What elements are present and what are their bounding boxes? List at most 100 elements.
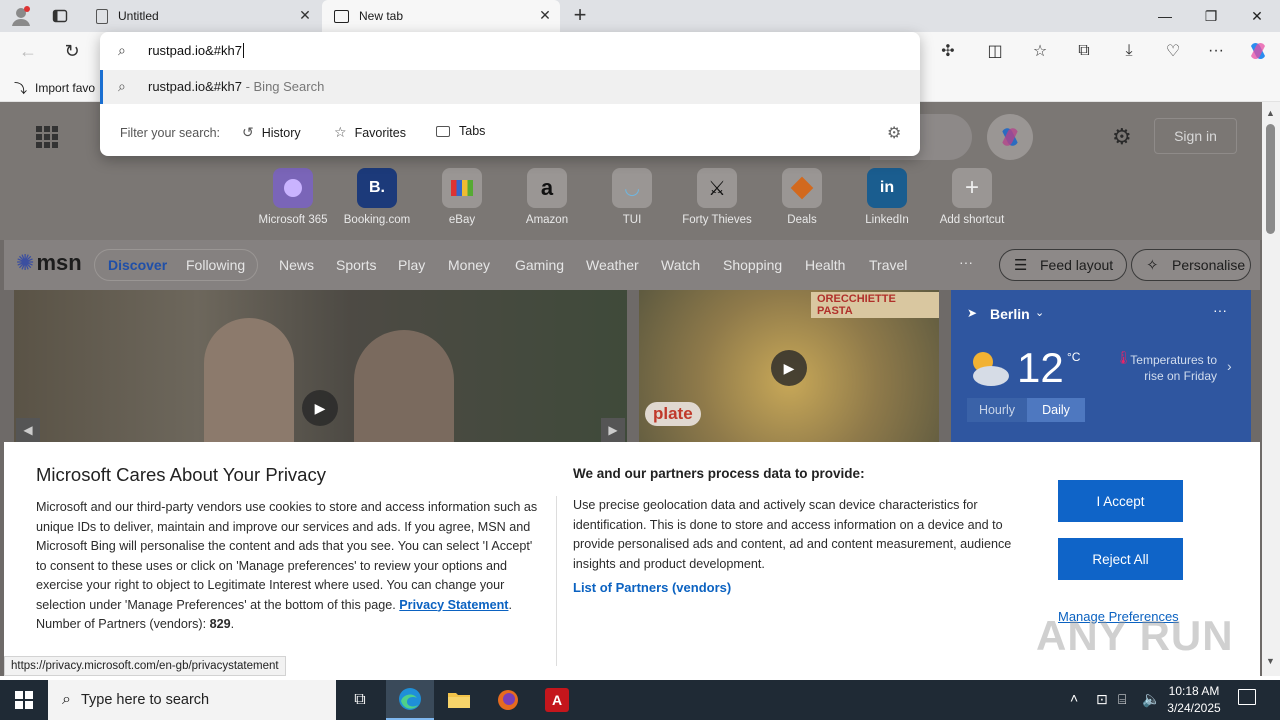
shortcut-forty-thieves[interactable]: ⚔ Forty Thieves [677,168,757,226]
ethernet-icon[interactable]: ⌸ [1118,691,1126,708]
more-options-icon[interactable]: ··· [1213,302,1227,318]
profile-icon[interactable] [10,5,32,27]
temperature-unit[interactable]: °C [1067,350,1080,364]
news-card-pasta[interactable]: ORECCHIETTE PASTA ▶ plate [639,290,939,442]
list-of-partners-link[interactable]: List of Partners (vendors) [573,578,1033,598]
sign-in-button[interactable]: Sign in [1154,118,1237,154]
privacy-statement-link[interactable]: Privacy Statement [399,598,508,612]
more-menu-icon[interactable]: ··· [1200,35,1232,67]
status-bar-url: https://privacy.microsoft.com/en-gb/priv… [4,656,286,676]
collections-icon[interactable]: ⧉ [1068,35,1100,67]
shortcut-tui[interactable]: ◡ TUI [592,168,672,226]
shortcut-microsoft-365[interactable]: Microsoft 365 [253,168,333,226]
filter-tabs[interactable]: Tabs [436,124,485,138]
tab-discover[interactable]: Discover [108,257,167,273]
performance-icon[interactable]: ♡ [1157,35,1189,67]
task-view-icon[interactable]: ⧉ [336,680,384,720]
tab-new-tab[interactable]: New tab ✕ [322,0,560,32]
settings-gear-icon[interactable]: ⚙ [1112,124,1132,150]
firefox-icon[interactable] [484,680,532,720]
prev-arrow-icon[interactable]: ◀ [16,418,40,442]
volume-icon[interactable]: 🔈 [1142,690,1161,708]
accept-button[interactable]: I Accept [1058,480,1183,522]
filter-history[interactable]: ↺ History [242,124,301,141]
shortcut-linkedin[interactable]: in LinkedIn [847,168,927,226]
minimize-button[interactable]: — [1142,0,1188,32]
import-favorites-button[interactable]: ⤵ Import favo [14,78,95,97]
close-window-button[interactable]: ✕ [1234,0,1280,32]
tab-daily[interactable]: Daily [1027,398,1085,422]
tab-health[interactable]: Health [805,257,845,273]
file-explorer-icon[interactable] [435,680,483,720]
tab-following[interactable]: Following [186,257,245,273]
tab-travel[interactable]: Travel [869,257,907,273]
shortcut-label: Add shortcut [939,214,1005,226]
tab-play[interactable]: Play [398,257,425,273]
weather-note[interactable]: Temperatures to rise on Friday [1121,352,1217,384]
tab-money[interactable]: Money [448,257,490,273]
back-icon[interactable]: ← [12,35,44,67]
apps-launcher-icon[interactable] [36,126,58,148]
tab-actions-icon[interactable] [52,8,68,24]
address-input[interactable]: rustpad.io&#kh7 [148,43,244,58]
acrobat-icon[interactable]: A [533,680,581,720]
personalise-button[interactable]: ✧ Personalise [1131,249,1251,281]
settings-gear-icon[interactable]: ⚙ [887,123,901,143]
tab-news[interactable]: News [279,257,314,273]
suggestion-bing-search[interactable]: ⌕ rustpad.io&#kh7 - Bing Search [100,70,920,104]
edge-taskbar-icon[interactable] [386,680,434,720]
tab-gaming[interactable]: Gaming [515,257,564,273]
clock[interactable]: 10:18 AM 3/24/2025 [1162,683,1226,717]
new-tab-button[interactable]: + [568,4,592,28]
shortcut-label: Forty Thieves [682,214,752,226]
shortcut-ebay[interactable]: eBay [422,168,502,226]
favorites-icon[interactable]: ☆ [1024,35,1056,67]
taskbar-search-box[interactable]: ⌕ Type here to search [48,680,336,720]
tab-hourly[interactable]: Hourly [967,398,1027,422]
scroll-up-icon[interactable]: ▲ [1266,108,1275,118]
close-tab-icon[interactable]: ✕ [538,8,552,22]
shortcut-deals[interactable]: Deals [762,168,842,226]
chevron-down-icon[interactable]: ⌄ [1035,306,1044,319]
split-screen-icon[interactable]: ◫ [979,35,1011,67]
tab-sports[interactable]: Sports [336,257,376,273]
address-bar[interactable]: ⌕ rustpad.io&#kh7 [100,32,920,70]
tab-weather[interactable]: Weather [586,257,639,273]
scroll-down-icon[interactable]: ▼ [1266,656,1275,666]
copilot-icon[interactable] [1242,35,1274,67]
refresh-icon[interactable]: ↻ [56,35,88,67]
deals-tag-icon [782,168,822,208]
extensions-icon[interactable]: ✣ [932,35,964,67]
play-icon[interactable]: ▶ [771,350,807,386]
tabs-icon [436,125,450,137]
tab-untitled[interactable]: Untitled ✕ [84,0,320,32]
downloads-icon[interactable]: ⤓ [1113,35,1145,67]
more-nav-icon[interactable]: ··· [959,254,973,270]
add-shortcut-button[interactable]: + Add shortcut [932,168,1012,226]
tab-shopping[interactable]: Shopping [723,257,782,273]
shortcut-amazon[interactable]: a Amazon [507,168,587,226]
copilot-button[interactable] [987,114,1033,160]
next-arrow-icon[interactable]: ▶ [601,418,625,442]
page-scrollbar[interactable]: ▲ ▼ [1262,102,1280,676]
reject-all-button[interactable]: Reject All [1058,538,1183,580]
close-tab-icon[interactable]: ✕ [298,8,312,22]
start-button[interactable] [0,680,48,720]
news-card-video[interactable]: ▶ ◀ ▶ [14,290,627,442]
shortcut-booking[interactable]: B. Booking.com [337,168,417,226]
play-icon[interactable]: ▶ [302,390,338,426]
filter-favorites[interactable]: ☆ Favorites [334,124,406,141]
show-hidden-icons[interactable]: ˄ [1070,690,1078,706]
weather-card[interactable]: ➤ Berlin ⌄ ··· 12 °C 🌡 Temperatures to r… [951,290,1251,442]
network-icon[interactable]: ⊡ [1096,691,1108,708]
tab-watch[interactable]: Watch [661,257,700,273]
scroll-thumb[interactable] [1266,124,1275,234]
feed-layout-button[interactable]: ☰ Feed layout [999,249,1127,281]
partners-label: Number of Partners (vendors): [36,617,210,631]
restore-button[interactable]: ❐ [1188,0,1234,32]
notifications-icon[interactable] [1238,689,1256,705]
weather-city[interactable]: Berlin [990,306,1030,322]
privacy-title: Microsoft Cares About Your Privacy [36,464,326,485]
msn-logo[interactable]: ✺ msn [16,250,82,276]
chevron-right-icon[interactable]: › [1227,358,1232,374]
